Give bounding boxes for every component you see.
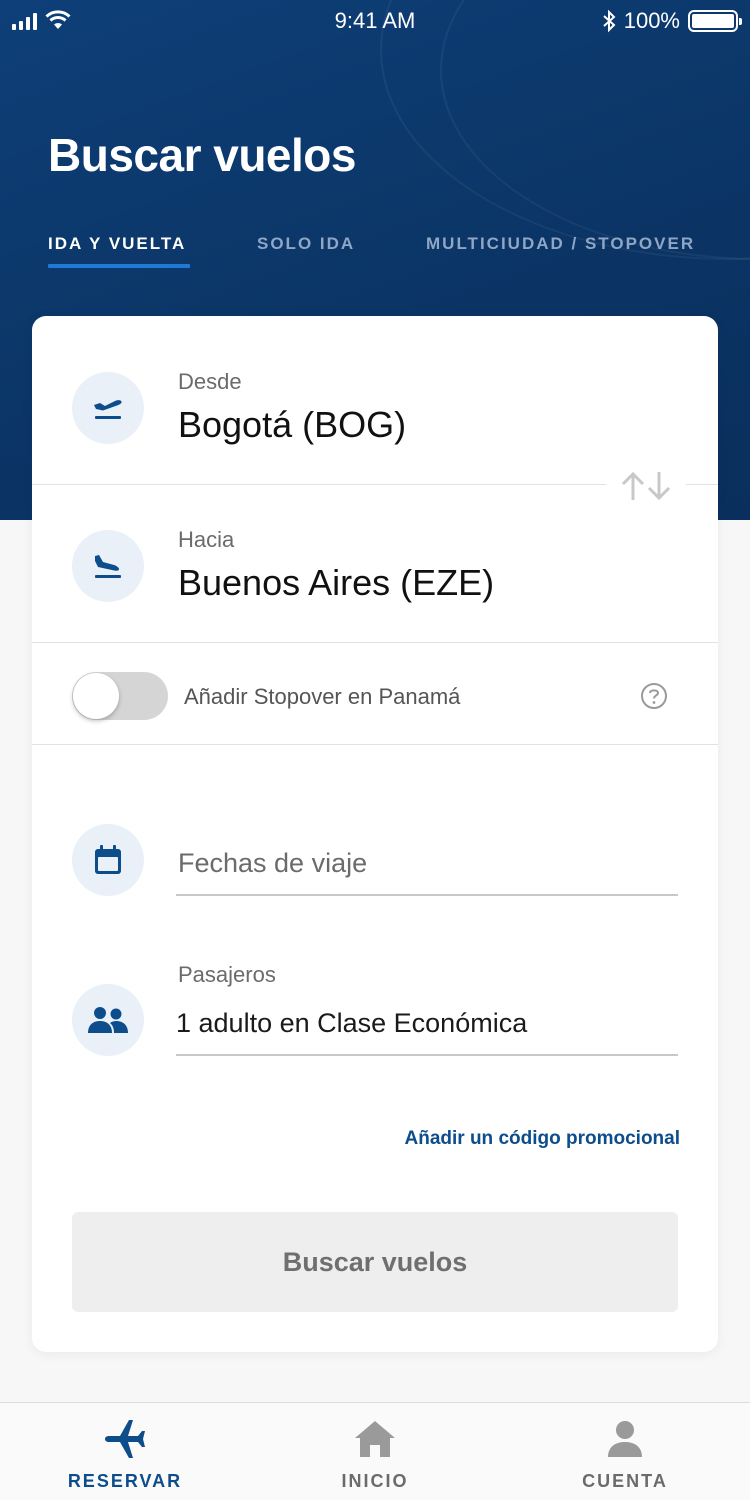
status-bar: 9:41 AM 100% (0, 0, 750, 42)
tab-round-trip[interactable]: IDA Y VUELTA (48, 234, 191, 268)
plane-takeoff-icon (72, 372, 144, 444)
travel-dates-field[interactable]: Fechas de viaje (176, 846, 678, 896)
destination-field[interactable]: Hacia Buenos Aires (EZE) (32, 485, 718, 642)
battery-percent: 100% (623, 8, 680, 33)
divider (32, 642, 718, 643)
bluetooth-icon (603, 9, 616, 33)
stopover-label: Añadir Stopover en Panamá (184, 684, 461, 709)
passengers-label: Pasajeros (178, 962, 276, 987)
calendar-icon (72, 824, 144, 896)
user-icon (608, 1421, 642, 1457)
destination-label: Hacia (178, 527, 235, 552)
help-icon[interactable] (640, 682, 668, 710)
nav-item-cuenta[interactable]: CUENTA (500, 1403, 750, 1500)
trip-type-tabs: IDA Y VUELTA SOLO IDA MULTICIUDAD / STOP… (48, 234, 702, 274)
airplane-icon (105, 1420, 145, 1458)
nav-label: RESERVAR (67, 1471, 183, 1491)
passengers-field[interactable]: 1 adulto en Clase Económica (176, 1006, 678, 1056)
divider (32, 744, 718, 745)
battery-icon (688, 10, 742, 32)
stopover-toggle[interactable] (72, 672, 168, 720)
search-flights-button[interactable]: Buscar vuelos (72, 1212, 678, 1312)
travel-dates-placeholder: Fechas de viaje (178, 848, 368, 878)
toggle-knob (73, 673, 119, 719)
origin-field[interactable]: Desde Bogotá (BOG) (32, 316, 718, 484)
nav-item-inicio[interactable]: INICIO (250, 1403, 500, 1500)
page-title: Buscar vuelos (48, 129, 356, 181)
destination-value: Buenos Aires (EZE) (178, 562, 495, 603)
nav-item-reservar[interactable]: RESERVAR (0, 1403, 250, 1500)
bottom-nav: RESERVAR INICIO CUENTA (0, 1402, 750, 1500)
passengers-value: 1 adulto en Clase Económica (176, 1008, 528, 1038)
tab-one-way[interactable]: SOLO IDA (257, 234, 355, 254)
search-form-card: Desde Bogotá (BOG) Hacia Buenos Aires (E… (32, 316, 718, 1352)
tab-multicity-stopover[interactable]: MULTICIUDAD / STOPOVER (426, 234, 695, 254)
origin-value: Bogotá (BOG) (178, 404, 407, 445)
passengers-icon (72, 984, 144, 1056)
nav-label: INICIO (341, 1471, 409, 1491)
origin-label: Desde (178, 369, 242, 394)
home-icon (355, 1421, 395, 1457)
nav-label: CUENTA (582, 1471, 668, 1491)
status-right: 100% (602, 8, 742, 34)
promo-code-link[interactable]: Añadir un código promocional (405, 1128, 681, 1150)
plane-landing-icon (72, 530, 144, 602)
